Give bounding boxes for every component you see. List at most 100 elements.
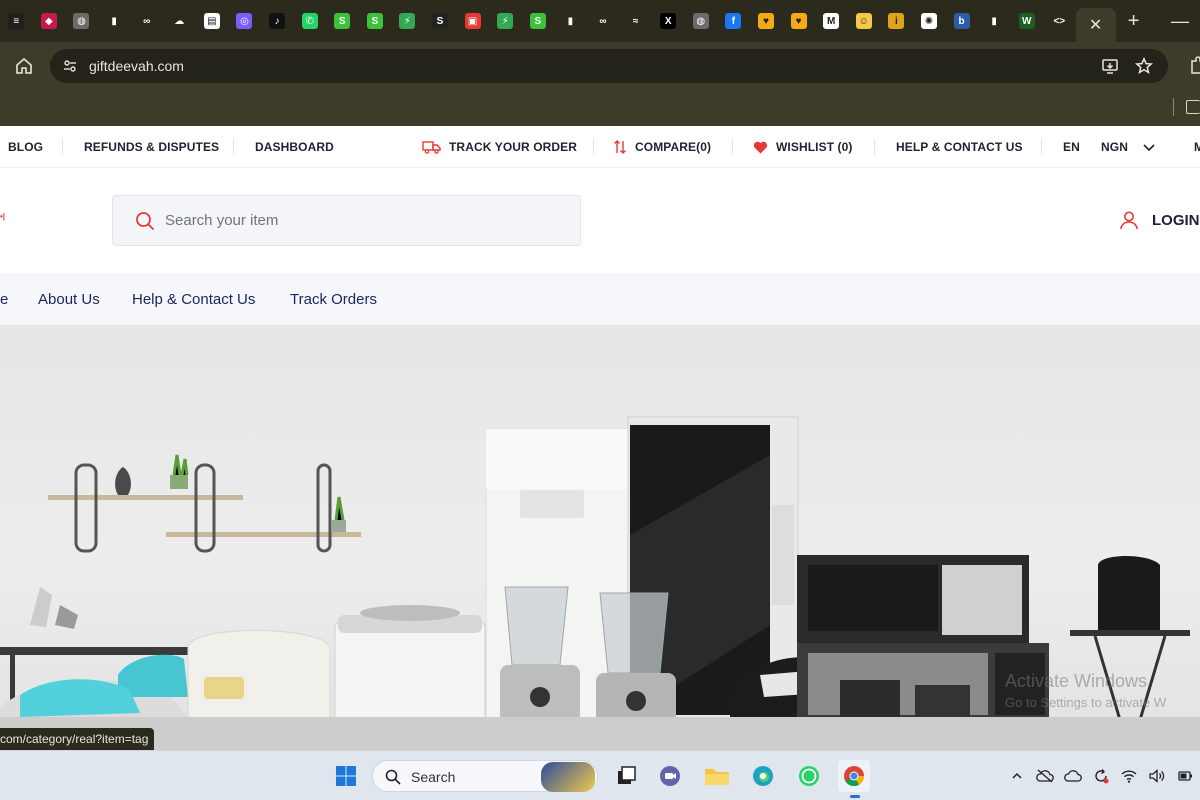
browser-tab[interactable]: b xyxy=(945,0,978,42)
url-text[interactable]: giftdeevah.com xyxy=(89,58,184,74)
close-tab-icon[interactable]: ✕ xyxy=(1089,15,1102,35)
browser-tab[interactable]: ◍ xyxy=(684,0,717,42)
wifi-icon[interactable] xyxy=(1120,767,1138,785)
search-icon xyxy=(385,769,401,785)
browser-tab[interactable]: ▣ xyxy=(456,0,489,42)
x-icon: X xyxy=(660,13,677,29)
nav-item-about[interactable]: About Us xyxy=(38,273,100,325)
browser-tab[interactable]: ◆ xyxy=(33,0,66,42)
globe-icon: ◍ xyxy=(73,13,90,29)
browser-tab[interactable]: ☺ xyxy=(847,0,880,42)
taskbar-search[interactable]: Search xyxy=(372,760,598,792)
extensions-icon[interactable] xyxy=(1188,55,1200,75)
topbar-wishlist-link[interactable]: WISHLIST (0) xyxy=(753,126,853,168)
newspaper-icon: ▤ xyxy=(203,13,220,29)
taskbar-meet-app[interactable] xyxy=(654,760,686,792)
search-box[interactable] xyxy=(112,195,581,246)
browser-tab[interactable]: ✆ xyxy=(293,0,326,42)
topbar-refunds-link[interactable]: REFUNDS & DISPUTES xyxy=(84,126,219,168)
browser-tab[interactable]: X xyxy=(652,0,685,42)
browser-tab[interactable]: ≡ xyxy=(0,0,33,42)
home-icon xyxy=(16,57,32,74)
browser-tab[interactable]: ▮ xyxy=(554,0,587,42)
browser-tab[interactable]: S xyxy=(522,0,555,42)
nav-item-track-orders[interactable]: Track Orders xyxy=(290,273,377,325)
browser-tab[interactable]: ♥ xyxy=(750,0,783,42)
browser-tab[interactable]: ⚡ xyxy=(391,0,424,42)
omnibox[interactable]: giftdeevah.com xyxy=(50,49,1168,83)
nav-item-help[interactable]: Help & Contact Us xyxy=(132,273,255,325)
bookmark-star-icon[interactable] xyxy=(1134,56,1154,76)
browser-tab[interactable]: ◍ xyxy=(65,0,98,42)
all-bookmarks-folder-icon[interactable] xyxy=(1186,100,1200,114)
taskbar-chrome[interactable] xyxy=(838,760,870,792)
minimize-window-button[interactable]: — xyxy=(1160,0,1200,42)
topbar-divider xyxy=(874,139,875,155)
browser-tab[interactable]: <> xyxy=(1043,0,1076,42)
windows-logo-icon xyxy=(336,766,356,786)
browser-tab[interactable]: ▮ xyxy=(978,0,1011,42)
bing-highlight-icon xyxy=(541,762,595,792)
wall-shelf xyxy=(48,454,361,553)
browser-tab[interactable]: ☁ xyxy=(163,0,196,42)
browser-tab[interactable]: S xyxy=(359,0,392,42)
topbar-blog-link[interactable]: BLOG xyxy=(8,126,43,168)
taskbar-search-label: Search xyxy=(411,769,456,785)
currency-selector[interactable]: NGN xyxy=(1101,126,1156,168)
heart-icon: ♥ xyxy=(790,13,807,29)
green-bolt-icon: ⚡ xyxy=(497,13,514,29)
browser-tab[interactable]: ◎ xyxy=(228,0,261,42)
browser-tab[interactable]: W xyxy=(1010,0,1043,42)
browser-tab[interactable]: S xyxy=(326,0,359,42)
topbar-more-link[interactable]: M xyxy=(1194,126,1200,168)
iron-appliances xyxy=(0,654,190,723)
start-button[interactable] xyxy=(330,760,362,792)
browser-tab-strip: ≡ ◆ ◍ ▮ ∞ ☁ ▤ ◎ ♪ ✆ S S ⚡ S ▣ ⚡ S ▮ ∞ ≈ X ◍ f ♥ ♥ M ☺ i ✺ b ▮ W <> ✕ + — xyxy=(0,0,1200,42)
browser-tab[interactable]: ⚡ xyxy=(489,0,522,42)
topbar-help-link[interactable]: HELP & CONTACT US xyxy=(896,126,1023,168)
browser-tab[interactable]: ≈ xyxy=(619,0,652,42)
browser-tab[interactable]: S xyxy=(424,0,457,42)
taskbar-edge[interactable] xyxy=(747,760,779,792)
browser-tab[interactable]: ▤ xyxy=(196,0,229,42)
topbar-dashboard-link[interactable]: DASHBOARD xyxy=(255,126,334,168)
language-selector[interactable]: EN xyxy=(1063,126,1080,168)
taskbar-whatsapp[interactable] xyxy=(793,760,825,792)
code-icon: <> xyxy=(1051,13,1068,29)
browser-tab[interactable]: ♪ xyxy=(261,0,294,42)
site-logo[interactable]: •| xyxy=(0,212,5,221)
cloud-offline-icon[interactable] xyxy=(1036,767,1054,785)
browser-tab[interactable]: f xyxy=(717,0,750,42)
new-tab-button[interactable]: + xyxy=(1116,0,1152,42)
browser-tab[interactable]: ∞ xyxy=(587,0,620,42)
browser-tab[interactable]: ✺ xyxy=(913,0,946,42)
refresh-alert-icon[interactable] xyxy=(1092,767,1110,785)
active-tab[interactable]: ✕ xyxy=(1075,8,1116,42)
topbar-wishlist-label: WISHLIST (0) xyxy=(776,140,853,154)
browser-tab[interactable]: ∞ xyxy=(130,0,163,42)
browser-tab[interactable]: i xyxy=(880,0,913,42)
battery-icon[interactable] xyxy=(1176,767,1194,785)
site-settings-icon[interactable] xyxy=(60,56,80,76)
home-button[interactable] xyxy=(10,52,38,80)
activate-windows-watermark: Activate Windows Go to Settings to activ… xyxy=(1005,670,1166,714)
install-app-icon[interactable] xyxy=(1100,56,1120,76)
sync-cloud-icon[interactable] xyxy=(1064,767,1082,785)
login-button[interactable]: LOGIN xyxy=(1119,210,1200,230)
task-view-button[interactable] xyxy=(610,760,642,792)
topbar-compare-link[interactable]: COMPARE(0) xyxy=(613,126,711,168)
folder-icon xyxy=(705,769,729,785)
spiral-icon: ◎ xyxy=(236,13,253,29)
browser-tab[interactable]: ▮ xyxy=(98,0,131,42)
topbar-track-order-link[interactable]: TRACK YOUR ORDER xyxy=(422,126,577,168)
taskbar-file-explorer[interactable] xyxy=(701,760,733,792)
cloud-icon: ☁ xyxy=(171,13,188,29)
browser-tab[interactable]: ♥ xyxy=(782,0,815,42)
nav-item-home[interactable]: e xyxy=(0,273,8,325)
volume-icon[interactable] xyxy=(1148,767,1166,785)
chevron-up-icon[interactable] xyxy=(1008,767,1026,785)
main-navigation: e About Us Help & Contact Us Track Order… xyxy=(0,273,1200,325)
tab-list: ≡ ◆ ◍ ▮ ∞ ☁ ▤ ◎ ♪ ✆ S S ⚡ S ▣ ⚡ S ▮ ∞ ≈ X ◍ f ♥ ♥ M ☺ i ✺ b ▮ W <> xyxy=(0,0,1076,42)
browser-tab[interactable]: M xyxy=(815,0,848,42)
search-input[interactable] xyxy=(165,196,565,245)
